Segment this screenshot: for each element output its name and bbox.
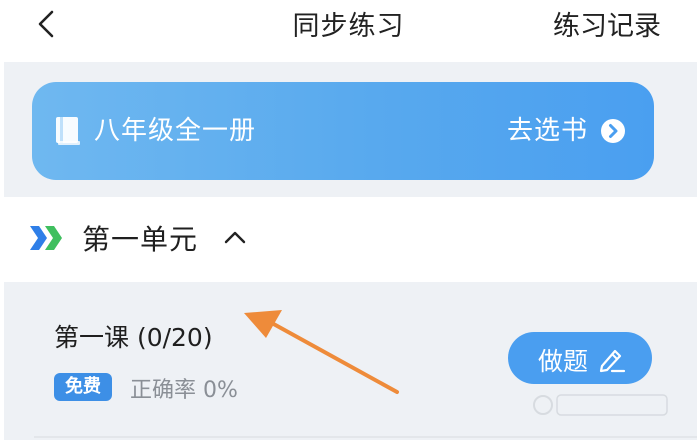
chevron-up-icon[interactable]: [222, 227, 248, 247]
double-chevron-icon: [30, 226, 62, 250]
watermark-logo: [533, 394, 668, 416]
top-bar: 同步练习 练习记录: [0, 0, 697, 62]
do-exercise-label: 做题: [538, 347, 589, 376]
book-title: 八年级全一册: [94, 116, 257, 146]
pick-book-link[interactable]: 去选书: [507, 110, 588, 147]
arrow-right-circle-icon[interactable]: [600, 118, 626, 144]
lesson-title: 第一课 (0/20): [54, 323, 213, 352]
edit-pen-icon: [599, 349, 626, 373]
unit-title: 第一单元: [82, 223, 199, 256]
free-badge: 免费: [54, 373, 112, 401]
book-select-banner[interactable]: 八年级全一册 去选书: [32, 82, 654, 180]
book-icon: [56, 117, 80, 145]
divider: [34, 436, 697, 438]
do-exercise-button[interactable]: 做题: [508, 332, 652, 384]
unit-header[interactable]: 第一单元: [0, 197, 697, 282]
practice-record-link[interactable]: 练习记录: [553, 4, 661, 43]
accuracy-text: 正确率 0%: [130, 378, 238, 403]
